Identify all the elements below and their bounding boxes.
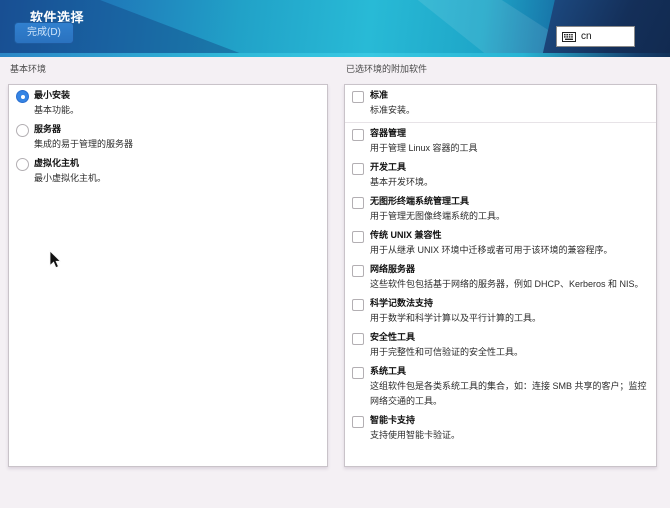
base-environment-panel: 最小安装 基本功能。 服务器 集成的易于管理的服务器 虚拟化主机 最小虚拟化主机… bbox=[8, 84, 328, 467]
option-description: 用于从继承 UNIX 环境中迁移或者可用于该环境的兼容程序。 bbox=[370, 243, 648, 258]
option-title: 最小安装 bbox=[34, 88, 319, 103]
option-description: 用于完整性和可信验证的安全性工具。 bbox=[370, 345, 648, 360]
option-title: 安全性工具 bbox=[370, 330, 648, 345]
addons-heading: 已选环境的附加软件 bbox=[344, 62, 657, 84]
option-title: 网络服务器 bbox=[370, 262, 648, 277]
option-title: 服务器 bbox=[34, 122, 319, 137]
option-description: 用于数学和科学计算以及平行计算的工具。 bbox=[370, 311, 648, 326]
option-title: 科学记数法支持 bbox=[370, 296, 648, 311]
radio-icon[interactable] bbox=[16, 158, 29, 171]
option-title: 开发工具 bbox=[370, 160, 648, 175]
radio-selected-icon[interactable] bbox=[16, 90, 29, 103]
checkbox-icon[interactable] bbox=[352, 265, 364, 277]
option-description: 集成的易于管理的服务器 bbox=[34, 137, 319, 152]
option-title: 智能卡支持 bbox=[370, 413, 648, 428]
base-environment-heading: 基本环境 bbox=[8, 62, 328, 84]
option-title: 无图形终端系统管理工具 bbox=[370, 194, 648, 209]
addon-option-scientific-support[interactable]: 科学记数法支持 用于数学和科学计算以及平行计算的工具。 bbox=[345, 293, 656, 327]
addon-option-development-tools[interactable]: 开发工具 基本开发环境。 bbox=[345, 157, 656, 191]
addon-option-standard[interactable]: 标准 标准安装。 bbox=[345, 85, 656, 119]
option-description: 支持使用智能卡验证。 bbox=[370, 428, 648, 443]
addon-option-container-management[interactable]: 容器管理 用于管理 Linux 容器的工具 bbox=[345, 123, 656, 157]
option-description: 这组软件包是各类系统工具的集合，如：连接 SMB 共享的客户；监控网络交通的工具… bbox=[370, 379, 648, 409]
checkbox-icon[interactable] bbox=[352, 197, 364, 209]
addons-section: 已选环境的附加软件 标准 标准安装。 容器管理 用于管理 Linux 容器的工具… bbox=[344, 62, 657, 467]
addon-option-smart-card[interactable]: 智能卡支持 支持使用智能卡验证。 bbox=[345, 410, 656, 444]
checkbox-icon[interactable] bbox=[352, 333, 364, 345]
option-description: 基本开发环境。 bbox=[370, 175, 648, 190]
option-description: 最小虚拟化主机。 bbox=[34, 171, 319, 186]
checkbox-icon[interactable] bbox=[352, 163, 364, 175]
checkbox-icon[interactable] bbox=[352, 367, 364, 379]
addon-option-legacy-unix[interactable]: 传统 UNIX 兼容性 用于从继承 UNIX 环境中迁移或者可用于该环境的兼容程… bbox=[345, 225, 656, 259]
addons-panel: 标准 标准安装。 容器管理 用于管理 Linux 容器的工具 开发工具 基本开发… bbox=[344, 84, 657, 467]
checkbox-icon[interactable] bbox=[352, 129, 364, 141]
option-description: 用于管理 Linux 容器的工具 bbox=[370, 141, 648, 156]
keyboard-layout-indicator[interactable]: cn bbox=[556, 26, 635, 47]
option-description: 基本功能。 bbox=[34, 103, 319, 118]
checkbox-icon[interactable] bbox=[352, 299, 364, 311]
option-description: 用于管理无图像终端系统的工具。 bbox=[370, 209, 648, 224]
addon-option-security-tools[interactable]: 安全性工具 用于完整性和可信验证的安全性工具。 bbox=[345, 327, 656, 361]
environment-option-minimal[interactable]: 最小安装 基本功能。 bbox=[9, 85, 327, 119]
option-title: 标准 bbox=[370, 88, 648, 103]
option-description: 这些软件包包括基于网络的服务器，例如 DHCP、Kerberos 和 NIS。 bbox=[370, 277, 648, 292]
option-title: 传统 UNIX 兼容性 bbox=[370, 228, 648, 243]
environment-option-virtualization-host[interactable]: 虚拟化主机 最小虚拟化主机。 bbox=[9, 153, 327, 187]
done-button[interactable]: 完成(D) bbox=[14, 22, 74, 44]
option-title: 虚拟化主机 bbox=[34, 156, 319, 171]
checkbox-icon[interactable] bbox=[352, 91, 364, 103]
radio-icon[interactable] bbox=[16, 124, 29, 137]
option-description: 标准安装。 bbox=[370, 103, 648, 118]
addon-option-system-tools[interactable]: 系统工具 这组软件包是各类系统工具的集合，如：连接 SMB 共享的客户；监控网络… bbox=[345, 361, 656, 410]
keyboard-icon bbox=[562, 32, 576, 42]
header-bar: 软件选择 完成(D) cn bbox=[0, 0, 670, 57]
addon-option-headless-management[interactable]: 无图形终端系统管理工具 用于管理无图像终端系统的工具。 bbox=[345, 191, 656, 225]
checkbox-icon[interactable] bbox=[352, 231, 364, 243]
environment-option-server[interactable]: 服务器 集成的易于管理的服务器 bbox=[9, 119, 327, 153]
addon-option-network-servers[interactable]: 网络服务器 这些软件包包括基于网络的服务器，例如 DHCP、Kerberos 和… bbox=[345, 259, 656, 293]
checkbox-icon[interactable] bbox=[352, 416, 364, 428]
option-title: 容器管理 bbox=[370, 126, 648, 141]
keyboard-layout-code: cn bbox=[581, 31, 592, 42]
base-environment-section: 基本环境 最小安装 基本功能。 服务器 集成的易于管理的服务器 虚拟化主机 最小… bbox=[8, 62, 328, 467]
header-decoration bbox=[0, 53, 670, 57]
option-title: 系统工具 bbox=[370, 364, 648, 379]
